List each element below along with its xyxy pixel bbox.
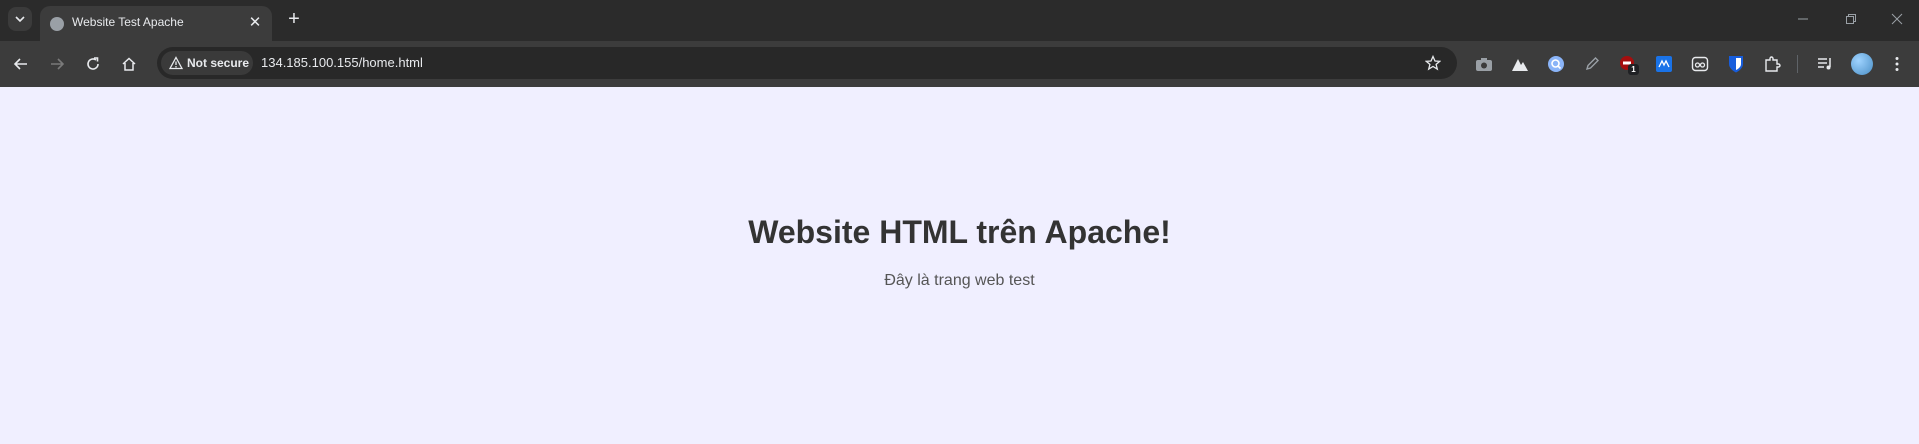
security-chip[interactable]: Not secure <box>161 51 253 75</box>
extension-pencil[interactable] <box>1581 53 1603 75</box>
warning-icon <box>169 56 183 70</box>
toolbar-divider <box>1797 55 1798 73</box>
extension-bitwarden[interactable] <box>1725 53 1747 75</box>
extension-mountain[interactable] <box>1509 53 1531 75</box>
kebab-menu-icon <box>1895 57 1899 71</box>
tab-title: Website Test Apache <box>72 15 184 29</box>
extension-red-badge[interactable]: 1 <box>1617 53 1639 75</box>
browser-chrome: Website Test Apache ✕ + Not secure 134.1… <box>0 0 1919 88</box>
browser-menu-button[interactable] <box>1886 53 1908 75</box>
restore-button[interactable] <box>1836 8 1866 30</box>
reload-icon <box>87 57 99 70</box>
home-icon <box>122 57 136 71</box>
forward-button[interactable] <box>45 52 69 76</box>
playlist-icon <box>1818 58 1831 70</box>
page-heading: Website HTML trên Apache! <box>748 214 1171 250</box>
tab-close-button[interactable]: ✕ <box>245 13 265 33</box>
puzzle-icon <box>1765 56 1781 72</box>
page-content: Website HTML trên Apache! Đây là trang w… <box>0 87 1919 444</box>
extension-badge-count: 1 <box>1628 64 1639 75</box>
back-button[interactable] <box>9 52 33 76</box>
blue-tile-icon <box>1656 56 1672 72</box>
tab-search-button[interactable] <box>8 7 32 31</box>
bookmark-star-button[interactable] <box>1422 52 1444 74</box>
minimize-button[interactable] <box>1788 8 1818 30</box>
pencil-icon <box>1585 57 1599 71</box>
close-window-button[interactable] <box>1882 8 1912 30</box>
arrow-right-icon <box>51 58 65 70</box>
star-icon <box>1425 55 1441 71</box>
close-icon <box>1891 13 1903 25</box>
browser-toolbar: Not secure 134.185.100.155/home.html 1 <box>0 41 1919 88</box>
active-tab[interactable]: Website Test Apache ✕ <box>40 6 272 41</box>
page-subtitle: Đây là trang web test <box>884 272 1035 289</box>
media-controls-button[interactable] <box>1815 53 1837 75</box>
extension-blue-tile[interactable] <box>1653 53 1675 75</box>
reload-button[interactable] <box>81 52 105 76</box>
new-tab-button[interactable]: + <box>283 9 305 31</box>
camera-icon <box>1476 58 1492 71</box>
minimize-icon <box>1798 18 1808 20</box>
arrow-left-icon <box>13 58 27 70</box>
security-label: Not secure <box>187 56 250 70</box>
mountain-icon <box>1512 59 1528 71</box>
lens-icon <box>1548 56 1564 72</box>
extension-lens[interactable] <box>1545 53 1567 75</box>
glasses-icon <box>1691 56 1709 72</box>
extensions-menu-button[interactable] <box>1761 53 1783 75</box>
extension-screenshot[interactable] <box>1473 53 1495 75</box>
home-button[interactable] <box>117 52 141 76</box>
address-bar[interactable]: Not secure 134.185.100.155/home.html <box>157 47 1457 79</box>
chevron-down-icon <box>15 16 25 23</box>
url-text[interactable]: 134.185.100.155/home.html <box>261 55 423 70</box>
globe-icon <box>50 17 64 31</box>
extension-glasses[interactable] <box>1689 53 1711 75</box>
restore-icon <box>1846 14 1856 24</box>
profile-avatar[interactable] <box>1851 53 1873 75</box>
tab-strip: Website Test Apache ✕ + <box>0 0 1919 41</box>
shield-icon <box>1729 56 1743 73</box>
